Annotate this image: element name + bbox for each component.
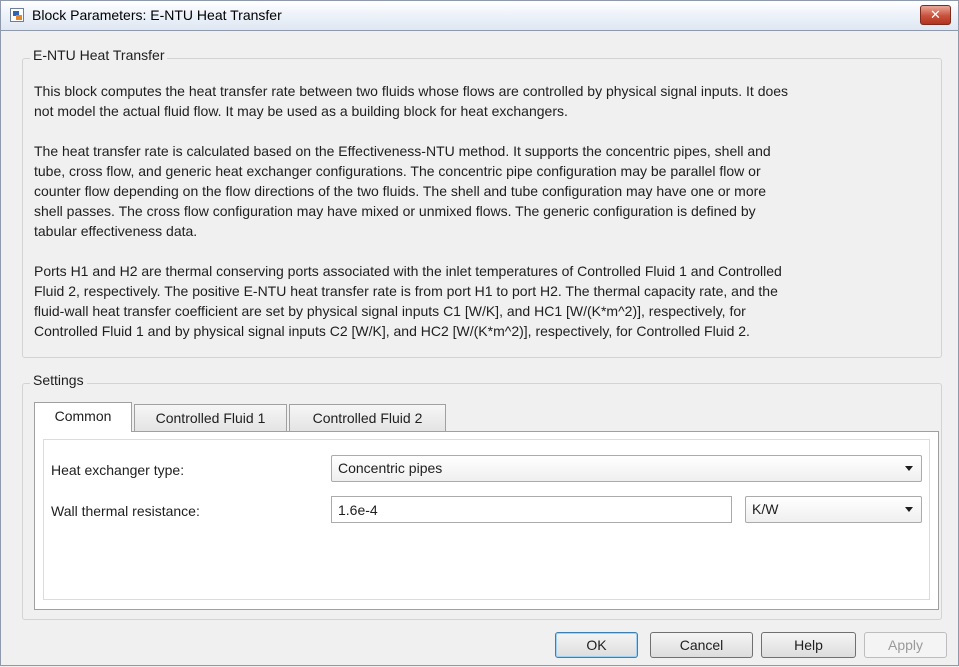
description-line: shell passes. The cross flow configurati…	[34, 203, 756, 219]
wall-thermal-resistance-input[interactable]	[331, 496, 732, 523]
apply-button[interactable]: Apply	[864, 632, 947, 658]
common-tab-panel: Heat exchanger type: Concentric pipes Wa…	[34, 431, 939, 610]
wall-thermal-resistance-label: Wall thermal resistance:	[51, 503, 200, 519]
description-line: counter flow depending on the flow direc…	[34, 183, 767, 199]
tab-label: Common	[54, 408, 112, 424]
description-line: fluid-wall heat transfer coefficient are…	[34, 303, 746, 319]
description-line: The heat transfer rate is calculated bas…	[34, 143, 771, 159]
tab-common[interactable]: Common	[34, 402, 132, 432]
wall-thermal-resistance-unit: K/W	[752, 501, 779, 517]
description-line: Controlled Fluid 1 and by physical signa…	[34, 323, 750, 339]
description-group-label: E-NTU Heat Transfer	[30, 47, 168, 63]
heat-exchanger-type-value: Concentric pipes	[338, 460, 443, 476]
heat-exchanger-type-dropdown[interactable]: Concentric pipes	[331, 455, 922, 482]
ok-button-label: OK	[586, 637, 607, 653]
settings-group-label: Settings	[30, 372, 87, 388]
block-description: This block computes the heat transfer ra…	[34, 81, 939, 341]
help-button[interactable]: Help	[761, 632, 856, 658]
description-line: not model the actual fluid flow. It may …	[34, 103, 568, 119]
tab-label: Controlled Fluid 1	[155, 410, 266, 426]
close-button[interactable]: ✕	[920, 5, 951, 25]
close-icon: ✕	[930, 7, 941, 22]
heat-exchanger-type-label: Heat exchanger type:	[51, 462, 185, 478]
title-bar[interactable]: Block Parameters: E-NTU Heat Transfer ✕	[0, 0, 959, 31]
help-button-label: Help	[794, 637, 823, 653]
description-line: Fluid 2, respectively. The positive E-NT…	[34, 283, 778, 299]
cancel-button-label: Cancel	[679, 637, 724, 653]
chevron-down-icon	[905, 466, 913, 471]
tab-controlled-fluid-1[interactable]: Controlled Fluid 1	[134, 404, 287, 432]
apply-button-label: Apply	[887, 637, 924, 653]
parameters-frame: Heat exchanger type: Concentric pipes Wa…	[43, 439, 930, 600]
wall-thermal-resistance-unit-dropdown[interactable]: K/W	[745, 496, 922, 523]
window-title: Block Parameters: E-NTU Heat Transfer	[32, 7, 282, 23]
description-line: Ports H1 and H2 are thermal conserving p…	[34, 263, 782, 279]
tab-controlled-fluid-2[interactable]: Controlled Fluid 2	[289, 404, 446, 432]
ok-button[interactable]: OK	[555, 632, 638, 658]
cancel-button[interactable]: Cancel	[650, 632, 753, 658]
description-line: tube, cross flow, and generic heat excha…	[34, 163, 761, 179]
description-line: tabular effectiveness data.	[34, 223, 198, 239]
block-parameters-icon	[10, 8, 24, 22]
description-line: This block computes the heat transfer ra…	[34, 83, 789, 99]
tab-label: Controlled Fluid 2	[312, 410, 423, 426]
chevron-down-icon	[905, 507, 913, 512]
